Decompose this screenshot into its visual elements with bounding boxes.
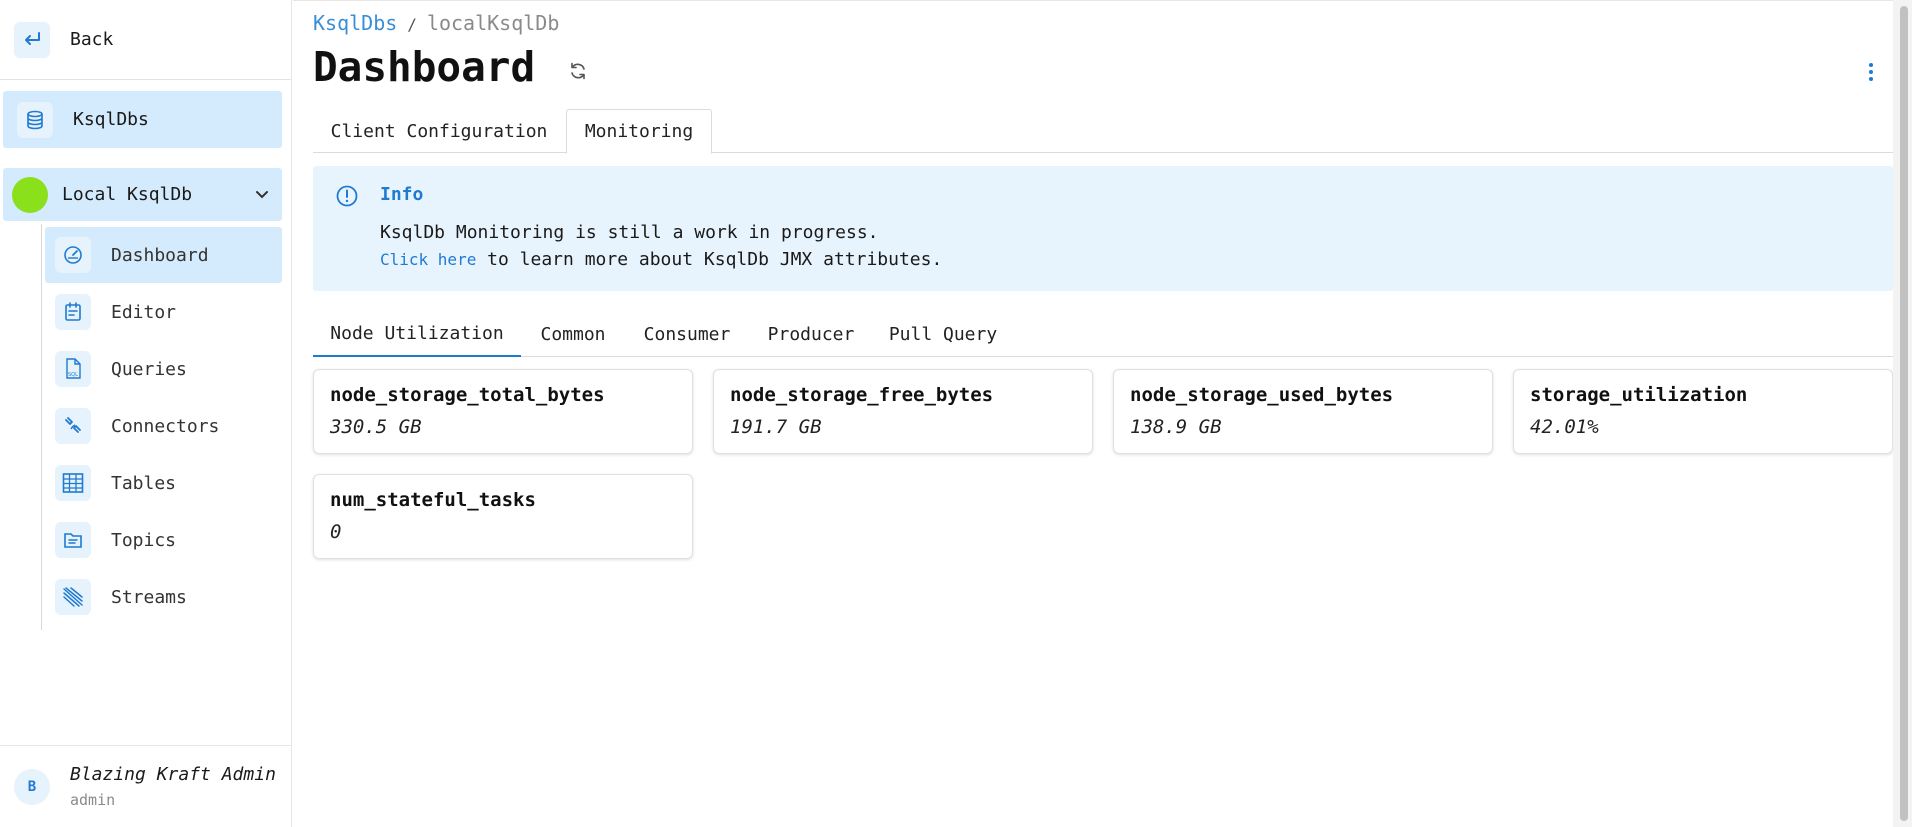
back-label: Back <box>70 29 114 50</box>
info-title: Info <box>380 184 424 205</box>
back-button[interactable]: Back <box>0 0 292 80</box>
status-dot <box>12 176 48 213</box>
breadcrumb-separator: / <box>407 15 417 34</box>
sql-file-icon: SQL <box>55 351 91 387</box>
tab-node-utilization[interactable]: Node Utilization <box>313 311 521 357</box>
metric-name: storage_utilization <box>1530 384 1748 406</box>
tab-producer[interactable]: Producer <box>749 311 873 357</box>
metric-value: 42.01% <box>1530 416 1599 438</box>
metric-name: node_storage_total_bytes <box>330 384 605 406</box>
sidebar-item-queries[interactable]: SQL Queries <box>45 341 282 397</box>
sidebar-item-label: Tables <box>111 472 177 494</box>
sidebar-item-label: Streams <box>111 586 187 608</box>
metric-card: node_storage_total_bytes 330.5 GB <box>313 369 693 454</box>
info-link-line: Click here to learn more about KsqlDb JM… <box>380 249 942 270</box>
metric-card: node_storage_free_bytes 191.7 GB <box>713 369 1093 454</box>
metric-card: node_storage_used_bytes 138.9 GB <box>1113 369 1493 454</box>
sidebar-item-dashboard[interactable]: Dashboard <box>45 227 282 283</box>
main-content: KsqlDbs / localKsqlDb Dashboard Client C… <box>293 0 1893 827</box>
sidebar-item-label: Topics <box>111 529 177 551</box>
plug-connector-icon <box>55 408 91 444</box>
breadcrumb-current: localKsqlDb <box>426 11 560 35</box>
table-grid-icon <box>55 465 91 501</box>
tab-common[interactable]: Common <box>521 311 625 357</box>
sidebar-item-label: Connectors <box>111 415 220 437</box>
page-title: Dashboard <box>313 43 536 91</box>
sidebar-item-label: KsqlDbs <box>73 109 149 130</box>
refresh-icon[interactable] <box>565 58 591 84</box>
breadcrumb-link-ksqldbs[interactable]: KsqlDbs <box>313 11 397 35</box>
chevron-down-icon <box>242 190 282 200</box>
folder-list-icon <box>55 522 91 558</box>
scrollbar-thumb[interactable] <box>1900 6 1908 821</box>
tab-monitoring[interactable]: Monitoring <box>566 109 712 154</box>
ksqldb-group-label: Local KsqlDb <box>62 184 193 205</box>
info-message: KsqlDb Monitoring is still a work in pro… <box>380 222 879 243</box>
subnav-divider <box>41 224 42 630</box>
speedometer-icon <box>55 237 91 273</box>
info-icon <box>336 185 358 207</box>
sidebar-item-topics[interactable]: Topics <box>45 512 282 568</box>
tab-consumer[interactable]: Consumer <box>625 311 749 357</box>
metric-value: 138.9 GB <box>1130 416 1222 438</box>
avatar: B <box>14 768 50 805</box>
metric-name: node_storage_used_bytes <box>1130 384 1394 406</box>
click-here-link[interactable]: Click here <box>380 250 476 269</box>
sidebar-item-label: Editor <box>111 301 177 323</box>
sidebar-item-editor[interactable]: Editor <box>45 284 282 340</box>
sidebar-item-label: Queries <box>111 358 187 380</box>
streams-icon <box>55 579 91 615</box>
user-role: admin <box>70 791 116 809</box>
user-profile[interactable]: B Blazing Kraft Admin admin <box>0 745 292 827</box>
info-alert: Info KsqlDb Monitoring is still a work i… <box>313 166 1893 291</box>
sidebar-item-streams[interactable]: Streams <box>45 569 282 625</box>
ksqldb-group-toggle[interactable]: Local KsqlDb <box>3 168 282 221</box>
monitoring-subtabs: Node Utilization Common Consumer Produce… <box>313 311 1893 357</box>
sidebar-item-ksqldbs[interactable]: KsqlDbs <box>3 91 282 148</box>
info-link-text: to learn more about KsqlDb JMX attribute… <box>476 249 943 270</box>
svg-text:SQL: SQL <box>68 372 78 378</box>
metric-card: storage_utilization 42.01% <box>1513 369 1893 454</box>
metric-name: num_stateful_tasks <box>330 489 536 511</box>
user-name: Blazing Kraft Admin <box>70 764 276 785</box>
top-tabs: Client Configuration Monitoring <box>313 109 1893 154</box>
sidebar-item-tables[interactable]: Tables <box>45 455 282 511</box>
tab-client-configuration[interactable]: Client Configuration <box>313 109 565 153</box>
metric-value: 191.7 GB <box>730 416 822 438</box>
database-icon <box>17 101 53 138</box>
back-arrow-icon <box>14 21 50 58</box>
more-options-icon[interactable] <box>1863 55 1879 89</box>
metric-value: 0 <box>330 521 342 543</box>
tab-pull-query[interactable]: Pull Query <box>873 311 1013 357</box>
sidebar-item-connectors[interactable]: Connectors <box>45 398 282 454</box>
sidebar: Back KsqlDbs Local KsqlDb Dashboard Edit… <box>0 0 292 827</box>
breadcrumb: KsqlDbs / localKsqlDb <box>313 11 559 35</box>
calendar-note-icon <box>55 294 91 330</box>
metric-value: 330.5 GB <box>330 416 422 438</box>
sidebar-item-label: Dashboard <box>111 244 209 266</box>
metric-card: num_stateful_tasks 0 <box>313 474 693 559</box>
metric-name: node_storage_free_bytes <box>730 384 994 406</box>
